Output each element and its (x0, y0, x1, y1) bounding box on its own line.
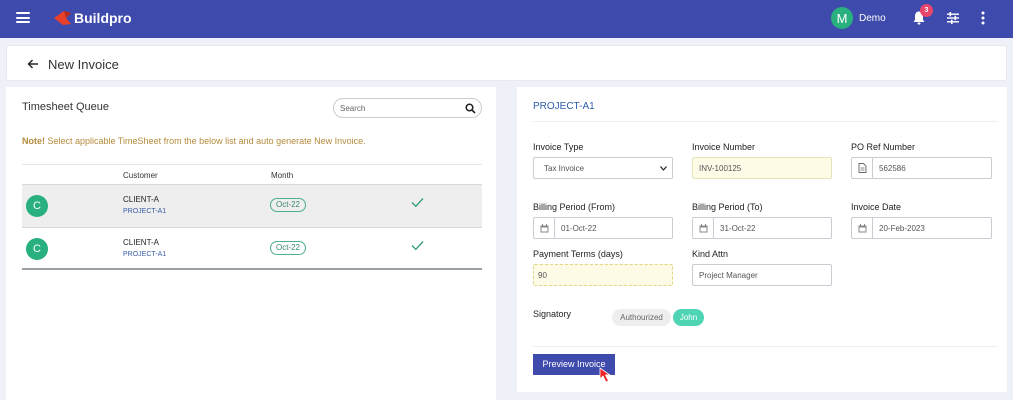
invoice-date-value: 20-Feb-2023 (879, 224, 925, 233)
brand-name[interactable]: Buildpro (74, 10, 132, 26)
billing-from-field[interactable]: 01-Oct-22 (533, 217, 673, 239)
calendar-icon (852, 218, 873, 238)
signatory-option-authourized[interactable]: Authourized (612, 309, 671, 326)
table-row[interactable]: C CLIENT-A PROJECT-A1 Oct-22 (22, 184, 482, 227)
month-badge: Oct-22 (270, 198, 307, 212)
invoice-form-panel: PROJECT-A1 Invoice Type Tax Invoice Invo… (517, 87, 1007, 392)
document-icon (852, 158, 873, 178)
billing-from-value: 01-Oct-22 (561, 224, 597, 233)
user-name[interactable]: Demo (859, 13, 886, 24)
timesheet-table: Customer Month C CLIENT-A PROJECT-A1 Oct… (22, 164, 482, 270)
project-title: PROJECT-A1 (533, 101, 595, 112)
invoice-number-label: Invoice Number (692, 142, 756, 152)
timesheet-queue-panel: Timesheet Queue Note! Select applicable … (6, 87, 496, 400)
sliders-icon[interactable] (946, 11, 960, 25)
search-icon[interactable] (465, 103, 476, 114)
payment-terms-value: 90 (538, 271, 547, 280)
search-box[interactable] (333, 98, 482, 118)
project-name: PROJECT-A1 (123, 208, 167, 215)
po-ref-label: PO Ref Number (851, 142, 916, 152)
po-ref-field[interactable]: 562586 (851, 157, 992, 179)
page-title: New Invoice (48, 57, 119, 72)
invoice-date-label: Invoice Date (851, 202, 902, 212)
table-row[interactable]: C CLIENT-A PROJECT-A1 Oct-22 (22, 227, 482, 270)
billing-to-label: Billing Period (To) (692, 202, 763, 212)
kind-attn-value: Project Manager (699, 271, 758, 280)
note-message: Select applicable TimeSheet from the bel… (45, 136, 366, 146)
invoice-date-field[interactable]: 20-Feb-2023 (851, 217, 992, 239)
page-header: New Invoice (6, 45, 1007, 81)
note-label: Note! (22, 136, 45, 146)
panel-title: Timesheet Queue (22, 101, 110, 113)
user-avatar[interactable]: M (831, 7, 853, 29)
invoice-number-field[interactable]: INV-100125 (692, 157, 832, 179)
invoice-number-value: INV-100125 (699, 164, 742, 173)
billing-from-label: Billing Period (From) (533, 202, 616, 212)
kind-attn-field[interactable]: Project Manager (692, 264, 832, 286)
divider (533, 121, 997, 122)
cursor-icon (599, 367, 612, 383)
signatory-label: Signatory (533, 309, 572, 319)
search-input[interactable] (340, 101, 460, 115)
payment-terms-label: Payment Terms (days) (533, 249, 623, 259)
notification-badge: 3 (920, 4, 933, 17)
check-icon[interactable] (411, 240, 424, 251)
calendar-icon (534, 218, 555, 238)
project-name: PROJECT-A1 (123, 251, 167, 258)
check-icon[interactable] (411, 197, 424, 208)
table-header: Customer Month (22, 164, 482, 184)
customer-name: CLIENT-A (123, 238, 160, 247)
calendar-icon (693, 218, 714, 238)
logo-icon (54, 11, 71, 25)
kind-attn-label: Kind Attn (692, 249, 729, 259)
invoice-type-select[interactable]: Tax Invoice (533, 157, 673, 179)
invoice-type-label: Invoice Type (533, 142, 584, 152)
back-arrow-icon[interactable] (27, 58, 39, 70)
chevron-down-icon (660, 166, 667, 171)
kebab-icon[interactable] (980, 11, 986, 25)
payment-terms-field[interactable]: 90 (533, 264, 673, 286)
po-ref-value: 562586 (879, 164, 906, 173)
signatory-option-john[interactable]: John (673, 309, 704, 326)
invoice-type-value: Tax Invoice (544, 164, 585, 173)
customer-name: CLIENT-A (123, 195, 160, 204)
client-avatar: C (26, 238, 48, 260)
client-avatar: C (26, 195, 48, 217)
column-customer: Customer (123, 171, 158, 180)
hamburger-icon[interactable] (16, 12, 30, 23)
month-badge: Oct-22 (270, 241, 307, 255)
billing-to-field[interactable]: 31-Oct-22 (692, 217, 832, 239)
column-month: Month (271, 171, 294, 180)
note-text: Note! Select applicable TimeSheet from t… (22, 136, 366, 146)
top-bar: Buildpro M Demo 3 (0, 0, 1013, 38)
billing-to-value: 31-Oct-22 (720, 224, 756, 233)
divider (533, 346, 997, 347)
